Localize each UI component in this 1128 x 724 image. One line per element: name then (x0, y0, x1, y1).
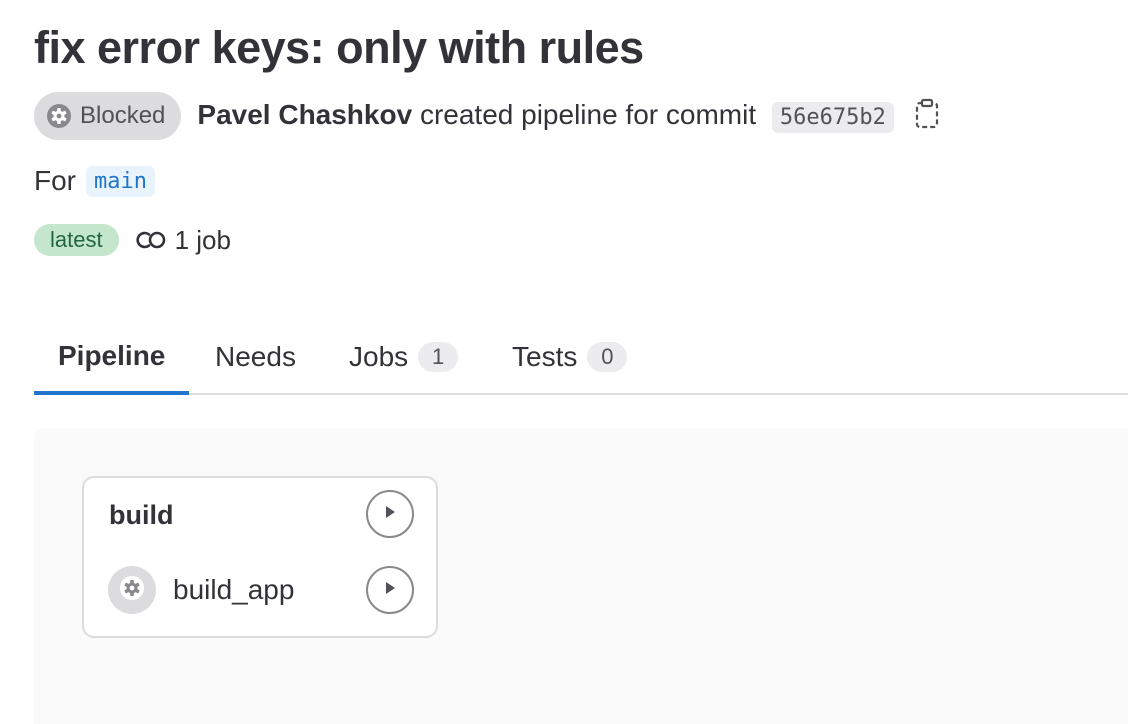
tab-needs[interactable]: Needs (191, 320, 320, 394)
play-icon (383, 580, 397, 601)
copy-sha-button[interactable] (912, 98, 942, 135)
stage-play-button[interactable] (366, 490, 414, 538)
tab-pipeline[interactable]: Pipeline (34, 320, 190, 395)
stage-title: build (109, 500, 174, 530)
pipeline-description: Pavel Chashkov created pipeline for comm… (197, 99, 894, 133)
stage-card-build: build build_app (82, 476, 438, 638)
ref-row: For main (34, 163, 155, 199)
tab-label: Tests (512, 341, 578, 372)
tab-count-badge: 1 (418, 342, 459, 372)
play-icon (383, 504, 397, 525)
job-count-label: 1 job (174, 224, 231, 255)
gear-icon (46, 103, 72, 129)
job-count: 1 job (135, 225, 231, 256)
branch-ref-link[interactable]: main (86, 165, 155, 197)
action-text: created pipeline for commit (419, 99, 757, 130)
commit-sha-link[interactable]: 56e675b2 (771, 102, 894, 133)
tab-label: Pipeline (58, 339, 166, 371)
gear-icon (119, 575, 145, 606)
pipeline-graph: build build_app (34, 428, 1128, 724)
status-badge-label: Blocked (80, 102, 166, 129)
job-play-button[interactable] (366, 566, 414, 614)
tab-jobs[interactable]: Jobs 1 (325, 320, 482, 394)
author-link[interactable]: Pavel Chashkov (197, 99, 412, 130)
job-status-badge (108, 566, 156, 614)
tab-count-badge: 0 (587, 342, 628, 372)
page-title: fix error keys: only with rules (34, 22, 644, 73)
job-name: build_app (173, 574, 295, 605)
job-item-build-app[interactable]: build_app (108, 566, 294, 614)
for-label: For (34, 165, 76, 196)
clipboard-icon (914, 98, 940, 135)
pipeline-page: fix error keys: only with rules Blocked … (34, 0, 1128, 724)
pipeline-tabs: Pipeline Needs Jobs 1 Tests 0 (34, 320, 1128, 395)
pipeline-badges: latest 1 job (34, 222, 231, 258)
status-badge[interactable]: Blocked (34, 92, 182, 140)
pipeline-meta: Blocked Pavel Chashkov created pipeline … (34, 92, 942, 140)
tab-label: Jobs (349, 341, 409, 372)
tab-tests[interactable]: Tests 0 (488, 320, 651, 394)
pipeline-icon (135, 228, 169, 252)
latest-badge: latest (34, 224, 119, 256)
tab-label: Needs (215, 341, 296, 372)
